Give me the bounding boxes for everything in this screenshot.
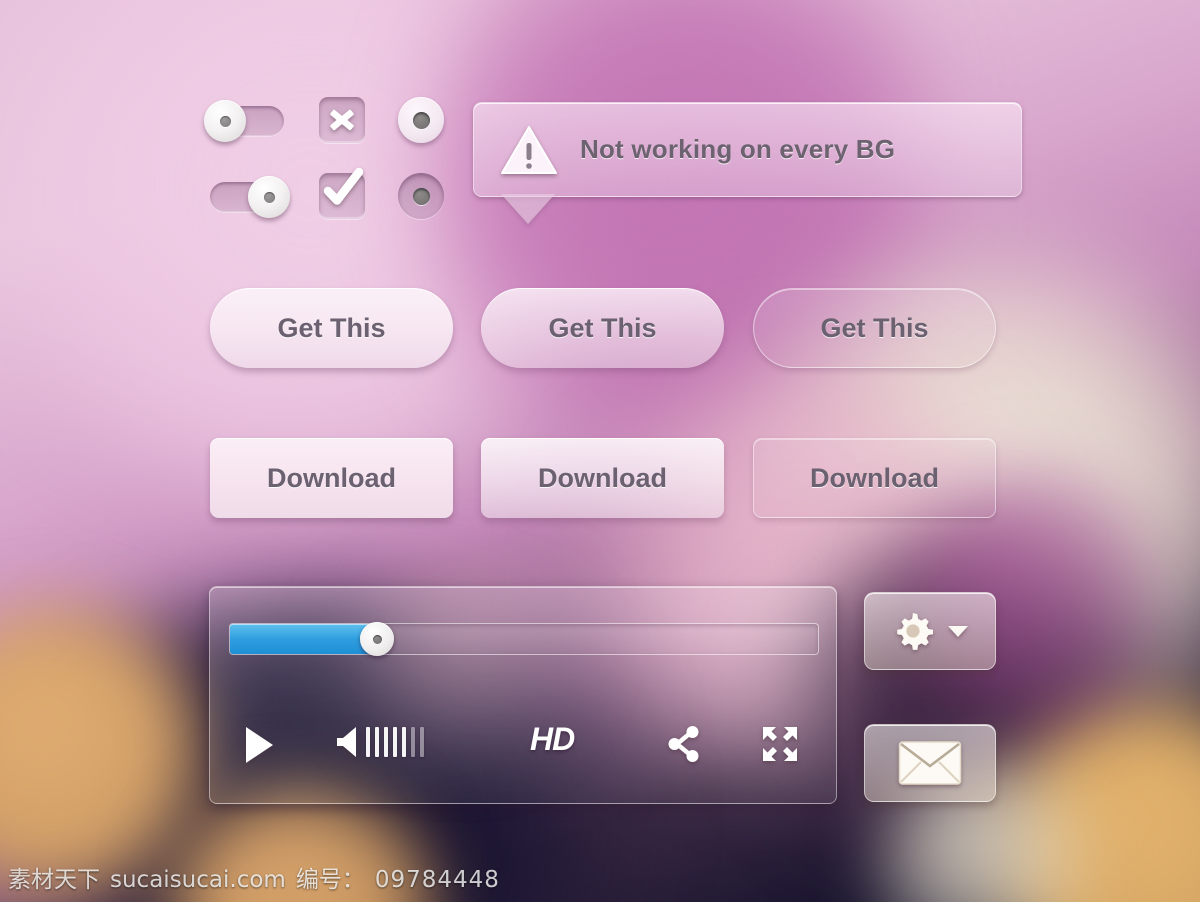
media-player: HD <box>209 586 837 804</box>
volume-bar[interactable] <box>411 727 415 757</box>
volume-bar[interactable] <box>375 727 379 757</box>
warning-triangle-icon <box>501 125 557 174</box>
button-label: Download <box>267 462 396 493</box>
get-this-button-translucent[interactable]: Get This <box>481 288 724 368</box>
volume-bar[interactable] <box>393 727 397 757</box>
screenshot-stage: Not working on every BG Get This Get Thi… <box>0 0 1200 902</box>
mail-button[interactable] <box>864 724 996 802</box>
radio-button-inset[interactable] <box>398 173 444 219</box>
button-label: Download <box>810 462 939 493</box>
play-icon <box>246 727 273 763</box>
radio-dot <box>412 111 430 129</box>
get-this-button-solid[interactable]: Get This <box>210 288 453 368</box>
volume-control[interactable] <box>335 725 424 759</box>
download-button-translucent[interactable]: Download <box>481 438 724 518</box>
get-this-button-outline[interactable]: Get This <box>753 288 996 368</box>
checkmark-icon <box>323 167 364 205</box>
volume-bars[interactable] <box>366 727 424 757</box>
gear-icon <box>897 613 933 650</box>
checkbox-unchecked[interactable] <box>319 97 365 143</box>
toggle-switch-on[interactable] <box>210 176 290 218</box>
hd-button[interactable]: HD <box>530 721 575 758</box>
speaker-icon <box>337 727 356 757</box>
radio-button-raised[interactable] <box>398 97 444 143</box>
progress-slider[interactable] <box>229 622 819 656</box>
tooltip-pointer <box>501 194 555 224</box>
volume-bar[interactable] <box>384 727 388 757</box>
chevron-down-icon <box>948 626 968 637</box>
share-button[interactable] <box>667 725 701 763</box>
button-label: Get This <box>548 312 657 343</box>
fullscreen-icon <box>763 727 797 761</box>
hd-label: HD <box>530 721 575 757</box>
settings-button[interactable] <box>864 592 996 670</box>
share-icon <box>668 726 699 762</box>
watermark-site-url: sucaisucai.com <box>110 867 286 893</box>
radio-dot <box>412 187 430 205</box>
download-button-solid[interactable]: Download <box>210 438 453 518</box>
watermark-id-label: 编号： <box>295 867 365 893</box>
close-x-icon <box>330 109 354 131</box>
fullscreen-button[interactable] <box>760 724 800 764</box>
tooltip-text: Not working on every BG <box>580 134 896 164</box>
button-label: Download <box>538 462 667 493</box>
watermark: 素材天下 sucaisucai.com 编号： 09784448 <box>8 860 500 894</box>
toggle-knob[interactable] <box>204 100 246 142</box>
volume-bar[interactable] <box>420 727 424 757</box>
watermark-site-cn: 素材天下 <box>8 867 100 893</box>
volume-bar[interactable] <box>366 727 370 757</box>
toggle-knob[interactable] <box>248 176 290 218</box>
download-button-outline[interactable]: Download <box>753 438 996 518</box>
tooltip-banner: Not working on every BG <box>473 102 1022 197</box>
toggle-switch-off[interactable] <box>204 100 284 142</box>
envelope-icon <box>898 741 962 785</box>
progress-thumb[interactable] <box>360 622 394 656</box>
checkbox-checked[interactable] <box>319 167 365 219</box>
volume-bar[interactable] <box>402 727 406 757</box>
button-label: Get This <box>277 312 386 343</box>
button-label: Get This <box>820 312 929 343</box>
play-button[interactable] <box>242 725 276 765</box>
progress-fill <box>230 624 377 654</box>
watermark-id-number: 09784448 <box>374 867 500 893</box>
